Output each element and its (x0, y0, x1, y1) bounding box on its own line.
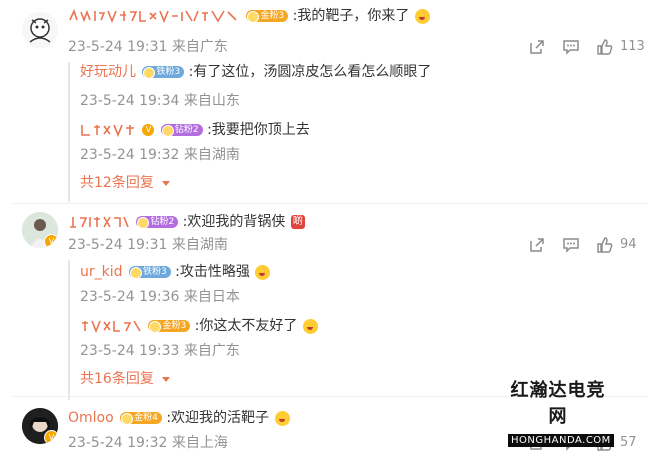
share-icon[interactable] (528, 236, 546, 254)
avatar-cartoon-icon (22, 12, 58, 48)
comment-text: :欢迎我的背锅侠 (182, 214, 286, 230)
reply-text: :有了这位，汤圆凉皮怎么看怎么顺眼了 (188, 64, 432, 80)
username-redacted[interactable] (80, 319, 142, 333)
reply-location: 来自广东 (183, 343, 240, 359)
reply-username[interactable]: 好玩动儿 (80, 64, 136, 80)
comment-location: 来自湖南 (171, 237, 228, 253)
username-redacted[interactable] (80, 123, 136, 137)
reply-meta: 23-5-24 19:36 来自日本 (80, 288, 240, 306)
watermark-cn: 红瀚达电竞网 (510, 380, 606, 427)
reply-time: 23-5-24 19:32 (80, 147, 180, 163)
comment-actions: 94 (528, 236, 648, 254)
like-count: 94 (620, 237, 637, 252)
fan-badge: 钻粉2 (136, 216, 179, 229)
reply-meta: 23-5-24 19:32 来自湖南 (80, 146, 240, 164)
comment-meta: 23-5-24 19:31 来自广东 (68, 38, 228, 56)
reply-username[interactable]: ur_kid (80, 264, 123, 280)
comment-text: :欢迎我的活靶子 (166, 410, 270, 426)
username-redacted[interactable] (68, 9, 240, 23)
reply-location: 来自山东 (183, 93, 240, 109)
comment-icon[interactable] (562, 38, 580, 56)
verified-icon: V (44, 234, 58, 248)
avatar[interactable]: V (22, 408, 58, 444)
fan-badge: 金粉3 (148, 320, 191, 333)
chevron-down-icon (162, 181, 171, 186)
thumbs-up-icon[interactable] (596, 236, 614, 254)
more-replies-link[interactable]: 共12条回复 (80, 174, 171, 192)
reply-meta: 23-5-24 19:33 来自广东 (80, 342, 240, 360)
comment-icon[interactable] (562, 236, 580, 254)
watermark-en: HONGHANDA.COM (508, 434, 614, 447)
kiss-emoji-icon (274, 410, 290, 426)
username-redacted[interactable] (68, 215, 130, 229)
comment-actions: 113 (528, 38, 648, 56)
fan-badge: 铁粉3 (142, 66, 185, 79)
awkward-emoji-icon (302, 318, 318, 334)
site-watermark: 红瀚达电竞网 HONGHANDA.COM (508, 376, 614, 447)
comment-username[interactable]: Omloo (68, 410, 114, 426)
reply-time: 23-5-24 19:36 (80, 289, 180, 305)
comment-time: 23-5-24 19:32 (68, 435, 168, 451)
reply-location: 来自日本 (183, 289, 240, 305)
thumbs-up-icon[interactable] (596, 38, 614, 56)
reply-text: :你这太不友好了 (194, 318, 298, 334)
chevron-down-icon (162, 377, 171, 382)
fan-badge: 铁粉3 (128, 266, 171, 279)
cat-emoji-icon (255, 264, 271, 280)
comment-location: 来自广东 (171, 39, 228, 55)
divider (12, 203, 648, 204)
verified-icon: V (142, 124, 155, 136)
reply-text: :我要把你顶上去 (207, 122, 310, 138)
more-replies-label: 共12条回复 (80, 175, 154, 191)
fan-badge: 金粉3 (246, 10, 289, 23)
fan-badge: 金粉4 (120, 412, 162, 425)
avatar[interactable]: V (22, 212, 58, 248)
reply-time: 23-5-24 19:33 (80, 343, 180, 359)
like-count: 57 (620, 435, 637, 450)
reply-list: 好玩动儿 铁粉3 :有了这位，汤圆凉皮怎么看怎么顺眼了 23-5-24 19:3… (68, 62, 650, 202)
comment-time: 23-5-24 19:31 (68, 237, 168, 253)
more-replies-label: 共16条回复 (80, 371, 154, 387)
fan-badge: 钻粉2 (160, 124, 203, 137)
kiss-emoji-icon (414, 8, 430, 24)
comment-meta: 23-5-24 19:31 来自湖南 (68, 236, 228, 254)
comment-meta: 23-5-24 19:32 来自上海 (68, 434, 228, 452)
comment-time: 23-5-24 19:31 (68, 39, 168, 55)
more-replies-link[interactable]: 共16条回复 (80, 370, 171, 388)
reply-text: :攻击性略强 (175, 264, 250, 280)
reply-location: 来自湖南 (183, 147, 240, 163)
reply-time: 23-5-24 19:34 (80, 93, 180, 109)
reply-meta: 23-5-24 19:34 来自山东 (80, 92, 240, 110)
comment-location: 来自上海 (171, 435, 228, 451)
share-icon[interactable] (528, 38, 546, 56)
like-count: 113 (620, 39, 645, 54)
avatar[interactable] (22, 12, 58, 48)
comment-text: :我的靶子，你来了 (292, 8, 410, 24)
verified-icon: V (44, 430, 58, 444)
sticker-icon: 啲 (290, 215, 305, 229)
